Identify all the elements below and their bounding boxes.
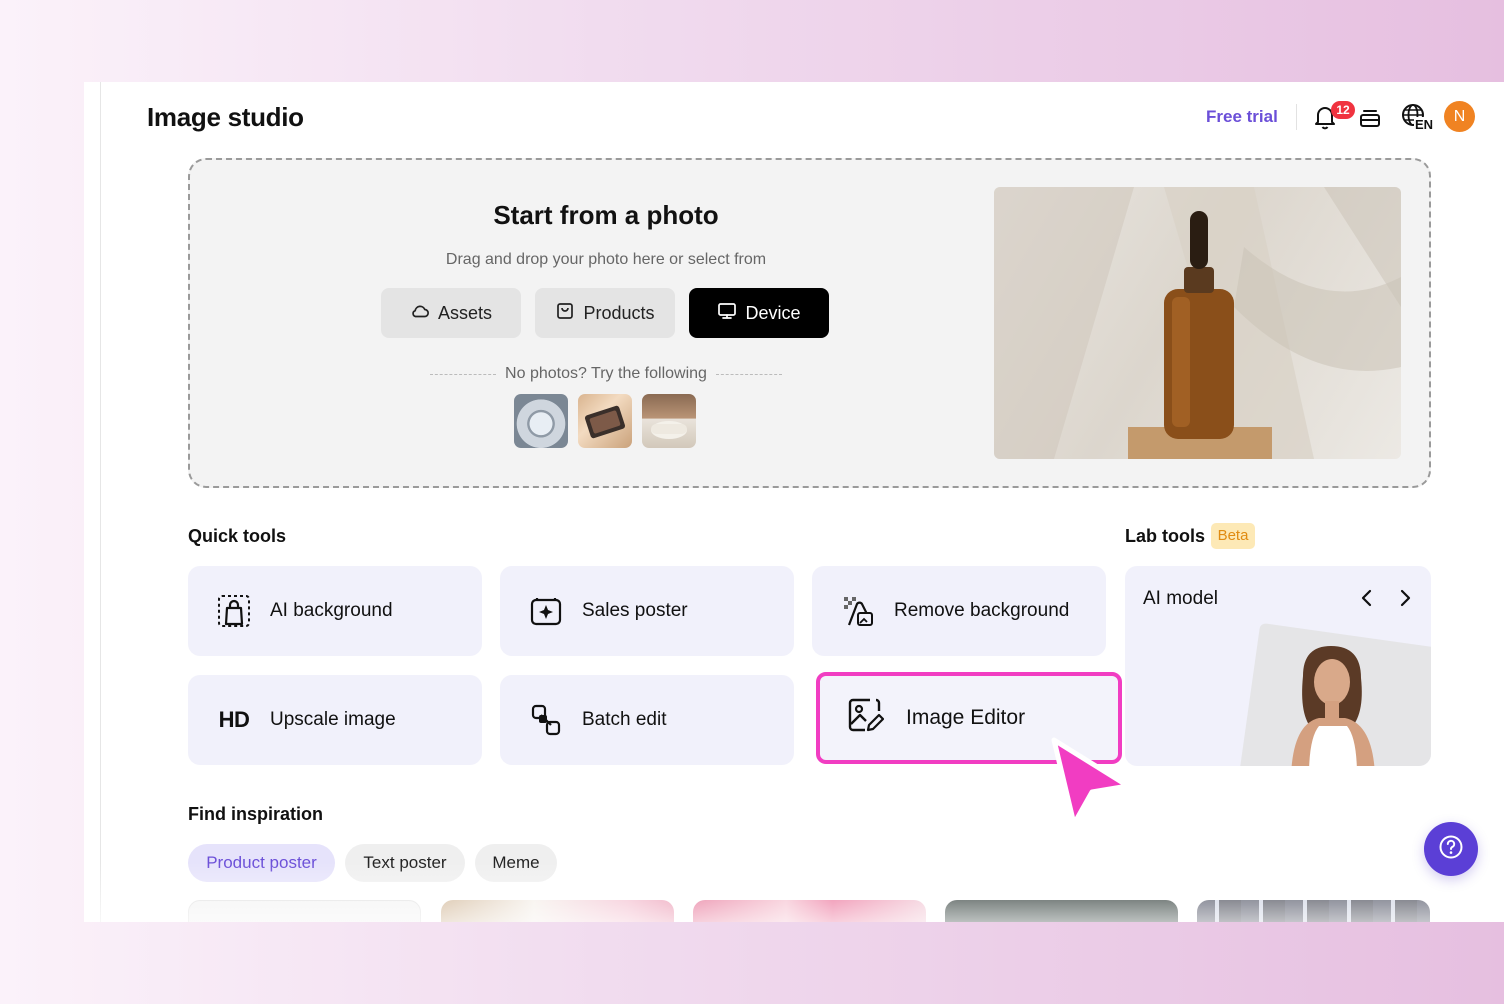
model-photo — [1291, 646, 1375, 766]
quick-tools-heading: Quick tools — [188, 526, 287, 546]
assets-button[interactable]: Assets — [381, 288, 521, 338]
monitor-icon — [717, 301, 737, 326]
ai-background-icon — [216, 593, 252, 629]
beta-badge: Beta — [1211, 523, 1255, 549]
image-editor-label: Image Editor — [906, 706, 1026, 729]
free-trial-link[interactable]: Free trial — [1206, 107, 1278, 127]
upscale-image-tool[interactable]: HD Upscale image — [188, 675, 482, 765]
remove-background-label: Remove background — [894, 600, 1070, 621]
header: Image studio Free trial 12 EN N — [84, 82, 1504, 154]
product-box-icon — [555, 301, 575, 326]
chevron-right-icon[interactable] — [1393, 586, 1417, 610]
avatar[interactable]: N — [1444, 101, 1475, 132]
cloud-icon — [410, 301, 430, 326]
batch-edit-tool[interactable]: Batch edit — [500, 675, 794, 765]
sidebar-divider — [100, 82, 101, 922]
ai-background-tool[interactable]: AI background — [188, 566, 482, 656]
find-inspiration-heading: Find inspiration — [188, 804, 323, 824]
assets-label: Assets — [437, 302, 493, 323]
tab-text-poster[interactable]: Text poster — [345, 844, 465, 882]
tab-meme[interactable]: Meme — [475, 844, 557, 882]
chevron-left-icon[interactable] — [1355, 586, 1379, 610]
layers-icon[interactable] — [1355, 102, 1385, 132]
language-code: EN — [1414, 117, 1435, 132]
upscale-image-label: Upscale image — [270, 709, 396, 730]
sample-earbuds-thumbnail[interactable] — [514, 394, 568, 448]
sample-palette-thumbnail[interactable] — [578, 394, 632, 448]
products-button[interactable]: Products — [535, 288, 675, 338]
inspiration-thumbnail[interactable] — [945, 900, 1178, 922]
inspiration-thumbnail[interactable] — [693, 900, 926, 922]
sales-poster-label: Sales poster — [582, 600, 688, 621]
inspiration-thumbnail[interactable] — [188, 900, 421, 922]
remove-background-icon — [840, 593, 876, 629]
ai-model-title: AI model — [1143, 588, 1218, 609]
header-divider — [1296, 104, 1297, 130]
device-label: Device — [745, 302, 801, 323]
batch-edit-label: Batch edit — [582, 709, 667, 730]
inspiration-thumbnail[interactable] — [1197, 900, 1430, 922]
notification-badge: 12 — [1331, 101, 1355, 119]
upload-title: Start from a photo — [493, 200, 719, 230]
image-editor-icon — [846, 696, 885, 740]
divider-right — [716, 374, 782, 375]
mouse-cursor-icon — [1051, 737, 1131, 827]
sales-poster-icon — [528, 593, 564, 629]
try-sample-text: No photos? Try the following — [505, 365, 707, 382]
remove-background-tool[interactable]: Remove background — [812, 566, 1106, 656]
products-label: Products — [583, 302, 655, 323]
page-title: Image studio — [147, 102, 304, 132]
upload-subtitle: Drag and drop your photo here or select … — [445, 251, 767, 268]
sales-poster-tool[interactable]: Sales poster — [500, 566, 794, 656]
help-button[interactable] — [1424, 822, 1478, 876]
device-button[interactable]: Device — [689, 288, 829, 338]
batch-edit-icon — [528, 702, 564, 738]
help-icon — [1438, 834, 1464, 865]
upload-dropzone[interactable]: Start from a photo Drag and drop your ph… — [188, 158, 1431, 488]
hd-icon: HD — [218, 707, 250, 732]
lab-tools-heading: Lab tools — [1125, 526, 1205, 546]
ai-background-label: AI background — [270, 600, 393, 621]
tab-product-poster[interactable]: Product poster — [188, 844, 335, 882]
ai-model-card[interactable]: AI model — [1125, 566, 1431, 766]
sample-chair-thumbnail[interactable] — [642, 394, 696, 448]
inspiration-thumbnail[interactable] — [441, 900, 674, 922]
app-window: Image studio Free trial 12 EN N Start fr… — [84, 82, 1504, 922]
hero-product-image — [994, 187, 1401, 459]
